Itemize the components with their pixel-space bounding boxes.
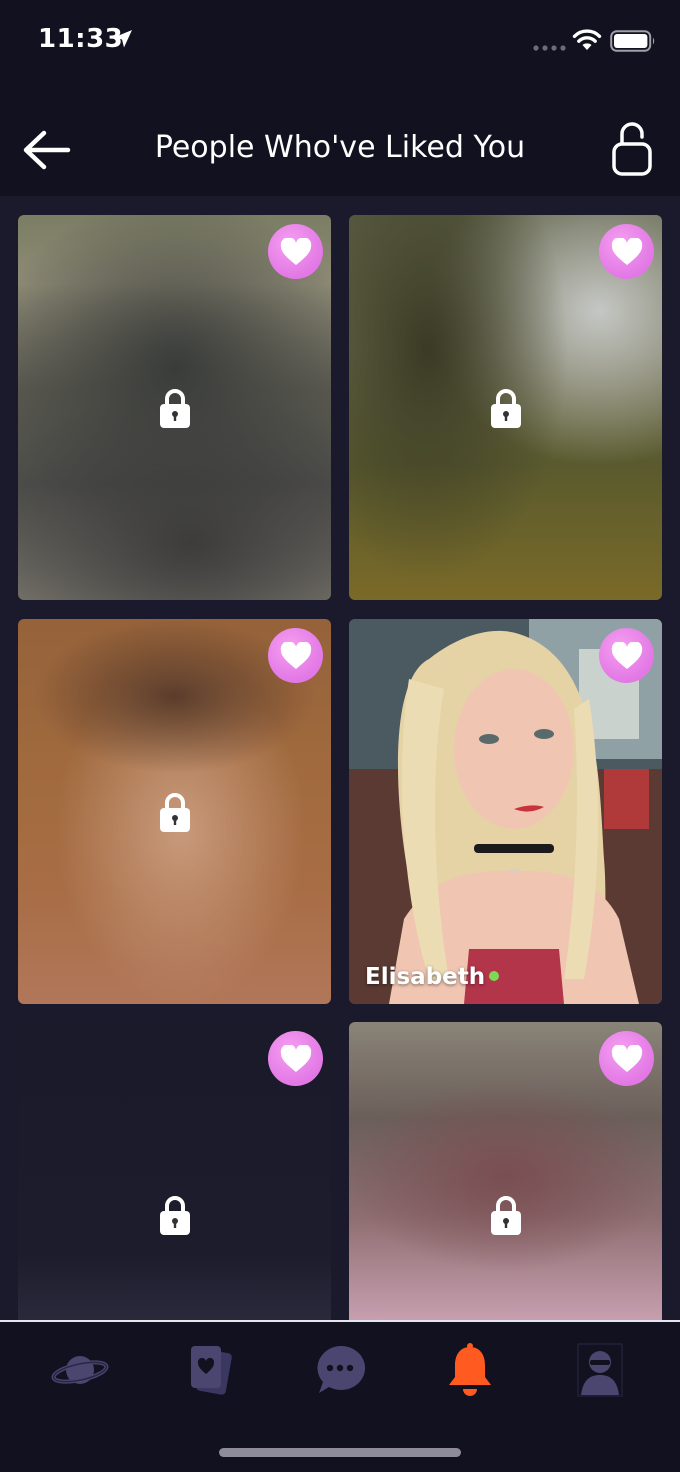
- heart-icon: [280, 237, 311, 265]
- wifi-icon: [572, 29, 602, 50]
- battery-icon: [610, 30, 655, 52]
- lock-icon: [490, 1195, 521, 1235]
- unlock-icon: [612, 122, 652, 176]
- liked-card-locked[interactable]: [18, 619, 331, 1004]
- bell-icon: [449, 1343, 491, 1396]
- liked-card-locked[interactable]: [18, 215, 331, 600]
- heart-badge: [599, 1031, 654, 1086]
- tab-discover[interactable]: [50, 1340, 110, 1400]
- location-arrow-icon: [114, 30, 132, 48]
- heart-badge: [599, 224, 654, 279]
- heart-icon: [280, 1044, 311, 1072]
- lock-icon: [159, 1195, 190, 1235]
- signal-dots-icon: [533, 45, 566, 51]
- liked-card-locked[interactable]: [349, 215, 662, 600]
- heart-badge: [268, 628, 323, 683]
- chat-bubble-icon: [317, 1345, 366, 1393]
- online-status-dot: [489, 970, 500, 981]
- heart-badge: [268, 224, 323, 279]
- tab-messages[interactable]: [310, 1340, 370, 1400]
- lock-icon: [159, 792, 190, 832]
- cards-icon: [191, 1346, 232, 1395]
- unlock-button[interactable]: [608, 120, 656, 178]
- lock-icon: [159, 388, 190, 428]
- page-title: People Who've Liked You: [154, 130, 526, 165]
- lock-icon: [490, 388, 521, 428]
- tab-bar: [0, 1320, 680, 1412]
- liked-card-locked[interactable]: [349, 1022, 662, 1320]
- likes-grid: Elisabeth: [0, 196, 680, 1320]
- liked-card-profile[interactable]: Elisabeth: [349, 619, 662, 1004]
- heart-icon: [611, 237, 642, 265]
- home-indicator[interactable]: [219, 1448, 461, 1457]
- tab-cards[interactable]: [180, 1340, 240, 1400]
- status-bar: 11:33: [0, 0, 680, 90]
- tab-notifications[interactable]: [440, 1340, 500, 1400]
- tab-profile[interactable]: [570, 1340, 630, 1400]
- heart-icon: [280, 641, 311, 669]
- profile-name: Elisabeth: [365, 964, 500, 990]
- profile-icon: [577, 1343, 623, 1397]
- profile-name-text: Elisabeth: [365, 964, 486, 990]
- heart-badge: [599, 628, 654, 683]
- planet-icon: [51, 1356, 109, 1384]
- heart-icon: [611, 1044, 642, 1072]
- status-time: 11:33: [38, 24, 124, 54]
- heart-icon: [611, 641, 642, 669]
- liked-card-locked[interactable]: [18, 1022, 331, 1320]
- heart-badge: [268, 1031, 323, 1086]
- home-area: [0, 1412, 680, 1472]
- header: People Who've Liked You: [0, 90, 680, 196]
